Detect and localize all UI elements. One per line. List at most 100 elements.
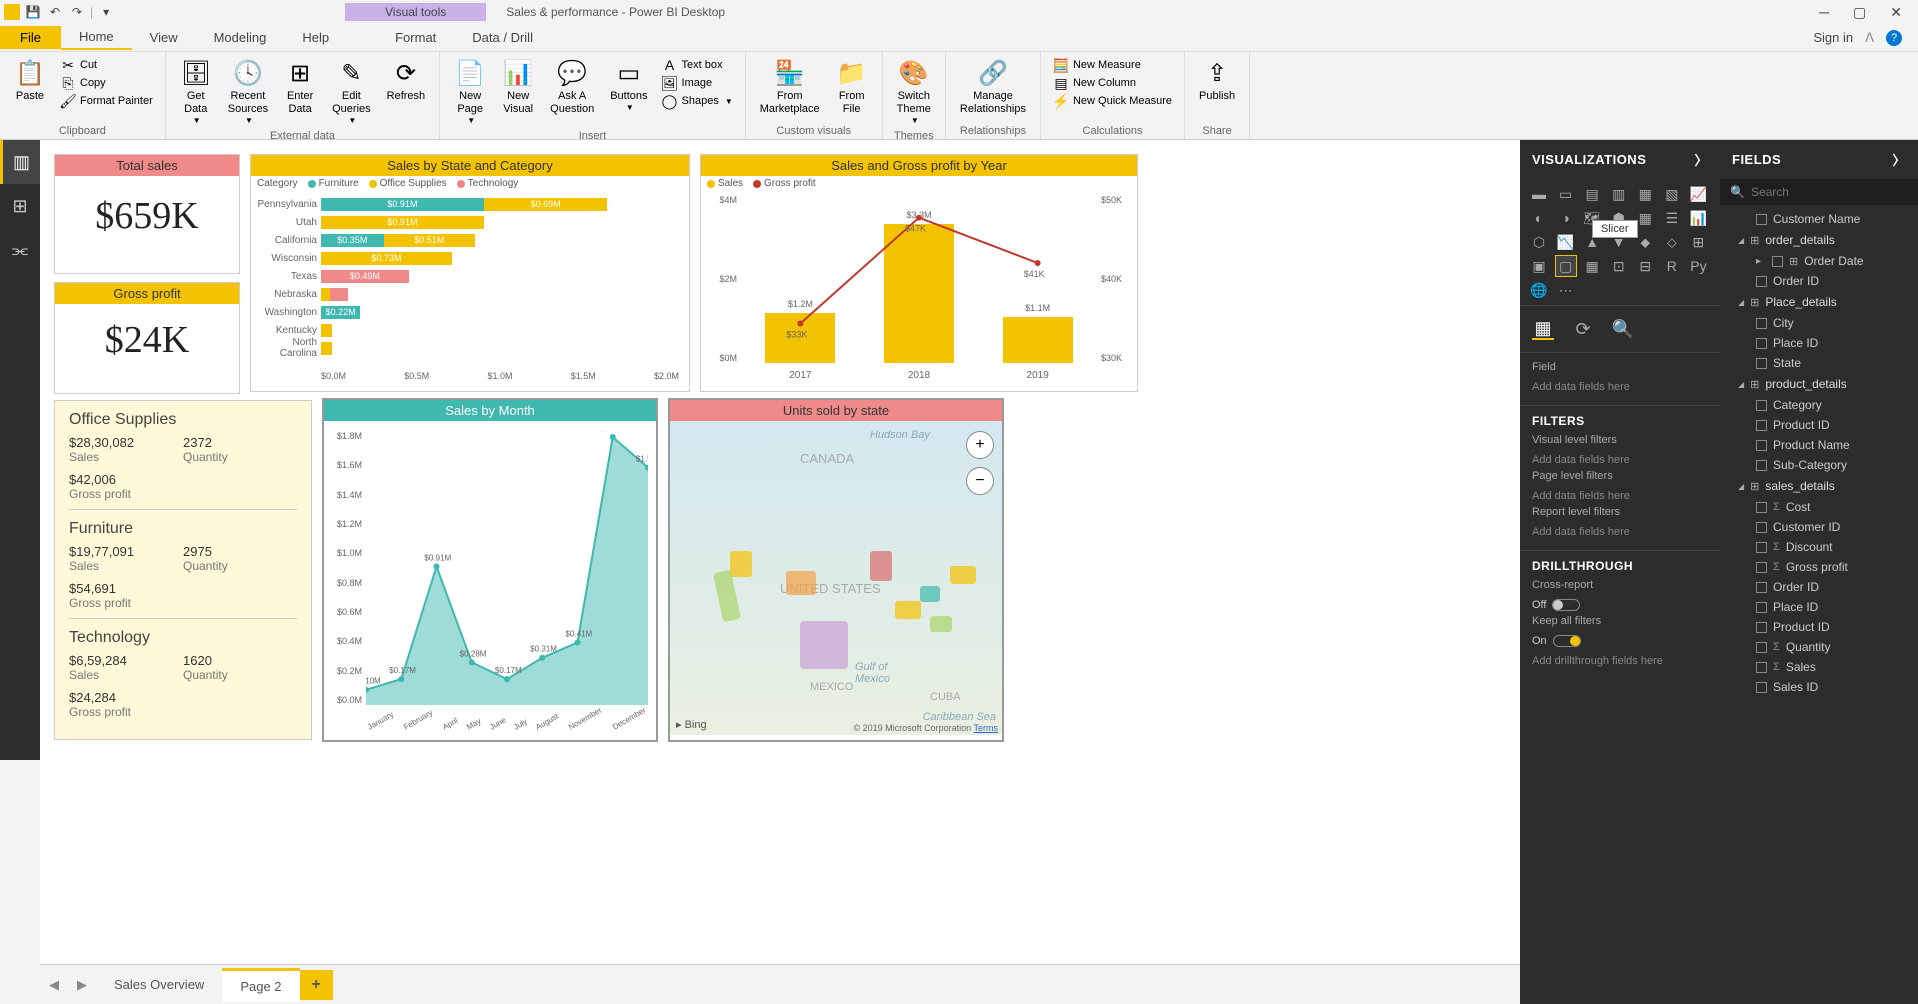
- viz-type-icon[interactable]: ◐: [1528, 207, 1550, 229]
- redo-icon[interactable]: ↷: [68, 3, 86, 21]
- zoom-out-icon[interactable]: −: [966, 467, 994, 495]
- viz-type-icon[interactable]: ▤: [1581, 183, 1603, 205]
- zoom-in-icon[interactable]: +: [966, 431, 994, 459]
- viz-type-icon[interactable]: ⊟: [1634, 255, 1656, 277]
- enter-data-button[interactable]: ⊞Enter Data: [278, 56, 322, 118]
- viz-type-icon[interactable]: ▢: [1555, 255, 1577, 277]
- field-item[interactable]: Place ID: [1720, 597, 1918, 617]
- viz-type-icon[interactable]: R: [1661, 255, 1683, 277]
- chevron-right-icon[interactable]: 〉: [1892, 150, 1906, 169]
- tab-view[interactable]: View: [132, 26, 196, 49]
- field-table[interactable]: ◢⊞sales_details: [1720, 475, 1918, 497]
- card-gross-profit[interactable]: Gross profit $24K: [54, 282, 240, 394]
- viz-type-icon[interactable]: ▬: [1528, 183, 1550, 205]
- image-button[interactable]: 🖼Image: [658, 74, 737, 92]
- maximize-icon[interactable]: ▢: [1853, 4, 1866, 21]
- tab-data-drill[interactable]: Data / Drill: [454, 26, 551, 49]
- buttons-button[interactable]: ▭Buttons▼: [604, 56, 653, 115]
- field-item[interactable]: ▸⊞Order Date: [1720, 251, 1918, 271]
- sign-in-link[interactable]: Sign in: [1813, 30, 1853, 45]
- viz-type-icon[interactable]: ◑: [1555, 207, 1577, 229]
- field-item[interactable]: Category: [1720, 395, 1918, 415]
- viz-type-icon[interactable]: ▦: [1581, 255, 1603, 277]
- terms-link[interactable]: Terms: [974, 723, 999, 733]
- drillthrough-placeholder[interactable]: Add drillthrough fields here: [1532, 651, 1708, 671]
- field-well-placeholder[interactable]: Add data fields here: [1532, 377, 1708, 397]
- field-item[interactable]: Order ID: [1720, 577, 1918, 597]
- viz-type-icon[interactable]: ⊞: [1687, 231, 1709, 253]
- edit-queries-button[interactable]: ✎Edit Queries▼: [326, 56, 377, 128]
- minimize-icon[interactable]: ─: [1819, 4, 1829, 21]
- field-item[interactable]: ΣSales: [1720, 657, 1918, 677]
- new-quick-measure-button[interactable]: ⚡New Quick Measure: [1049, 92, 1176, 110]
- report-canvas[interactable]: Total sales $659K Gross profit $24K Sale…: [40, 140, 1520, 964]
- textbox-button[interactable]: AText box: [658, 56, 737, 74]
- from-file-button[interactable]: 📁From File: [830, 56, 874, 118]
- field-item[interactable]: City: [1720, 313, 1918, 333]
- switch-theme-button[interactable]: 🎨Switch Theme▼: [891, 56, 937, 128]
- viz-type-icon[interactable]: ▦: [1634, 207, 1656, 229]
- publish-button[interactable]: ⇪Publish: [1193, 56, 1241, 105]
- recent-sources-button[interactable]: 🕓Recent Sources▼: [222, 56, 274, 128]
- viz-type-icon[interactable]: 📉: [1555, 231, 1577, 253]
- field-item[interactable]: Product ID: [1720, 617, 1918, 637]
- field-item[interactable]: Product ID: [1720, 415, 1918, 435]
- format-painter-button[interactable]: 🖌Format Painter: [56, 92, 157, 110]
- field-search[interactable]: 🔍: [1720, 179, 1918, 205]
- new-column-button[interactable]: ▤New Column: [1049, 74, 1176, 92]
- tab-home[interactable]: Home: [61, 25, 132, 50]
- field-item[interactable]: Sales ID: [1720, 677, 1918, 697]
- data-view-button[interactable]: ⊞: [0, 184, 40, 228]
- viz-type-icon[interactable]: ▣: [1528, 255, 1550, 277]
- chevron-up-icon[interactable]: ᐱ: [1865, 30, 1874, 46]
- new-visual-button[interactable]: 📊New Visual: [496, 56, 540, 118]
- multirow-card[interactable]: Office Supplies$28,30,082Sales2372Quanti…: [54, 400, 312, 740]
- viz-type-icon[interactable]: ⬡: [1528, 231, 1550, 253]
- viz-type-icon[interactable]: ▧: [1661, 183, 1683, 205]
- map-units-sold-by-state[interactable]: Units sold by state + − CANADA Hudson Ba…: [668, 398, 1004, 742]
- shapes-button[interactable]: ◯Shapes▼: [658, 92, 737, 110]
- viz-type-icon[interactable]: Py: [1687, 255, 1709, 277]
- field-item[interactable]: Product Name: [1720, 435, 1918, 455]
- viz-type-icon[interactable]: ⋯: [1555, 279, 1577, 301]
- chart-sales-gross-profit-year[interactable]: Sales and Gross profit by Year Sales Gro…: [700, 154, 1138, 392]
- page-prev-icon[interactable]: ◀: [40, 977, 68, 993]
- tab-modeling[interactable]: Modeling: [196, 26, 285, 49]
- field-item[interactable]: Sub-Category: [1720, 455, 1918, 475]
- undo-icon[interactable]: ↶: [46, 3, 64, 21]
- new-measure-button[interactable]: 🧮New Measure: [1049, 56, 1176, 74]
- field-table[interactable]: ◢⊞Place_details: [1720, 291, 1918, 313]
- field-table[interactable]: ◢⊞order_details: [1720, 229, 1918, 251]
- add-page-button[interactable]: +: [300, 970, 333, 1000]
- field-item[interactable]: ΣCost: [1720, 497, 1918, 517]
- viz-type-icon[interactable]: ⬥: [1634, 231, 1656, 253]
- page-next-icon[interactable]: ▶: [68, 977, 96, 993]
- chart-sales-by-month[interactable]: Sales by Month $1.8M$1.6M$1.4M$1.2M$1.0M…: [322, 398, 658, 742]
- help-icon[interactable]: ?: [1886, 30, 1902, 46]
- field-item[interactable]: Order ID: [1720, 271, 1918, 291]
- new-page-button[interactable]: 📄New Page▼: [448, 56, 492, 128]
- search-input[interactable]: [1751, 185, 1908, 199]
- filter-placeholder[interactable]: Add data fields here: [1532, 522, 1708, 542]
- viz-type-icon[interactable]: 📈: [1687, 183, 1709, 205]
- qat-dropdown-icon[interactable]: ▾: [97, 3, 115, 21]
- model-view-button[interactable]: ⫘: [0, 228, 40, 272]
- field-item[interactable]: ΣQuantity: [1720, 637, 1918, 657]
- viz-type-icon[interactable]: ▦: [1634, 183, 1656, 205]
- field-item[interactable]: State: [1720, 353, 1918, 373]
- field-item[interactable]: Place ID: [1720, 333, 1918, 353]
- tab-format[interactable]: Format: [377, 26, 454, 49]
- viz-type-icon[interactable]: ▥: [1608, 183, 1630, 205]
- field-item[interactable]: Customer ID: [1720, 517, 1918, 537]
- ask-question-button[interactable]: 💬Ask A Question: [544, 56, 600, 118]
- chevron-right-icon[interactable]: 〉: [1694, 150, 1708, 169]
- format-tab-icon[interactable]: ⟳: [1572, 318, 1594, 340]
- close-icon[interactable]: ✕: [1890, 4, 1902, 21]
- save-icon[interactable]: 💾: [24, 3, 42, 21]
- cut-button[interactable]: ✂Cut: [56, 56, 157, 74]
- field-item[interactable]: ΣGross profit: [1720, 557, 1918, 577]
- from-marketplace-button[interactable]: 🏪From Marketplace: [754, 56, 826, 118]
- tab-help[interactable]: Help: [284, 26, 347, 49]
- report-view-button[interactable]: ▥: [0, 140, 40, 184]
- field-item[interactable]: ΣDiscount: [1720, 537, 1918, 557]
